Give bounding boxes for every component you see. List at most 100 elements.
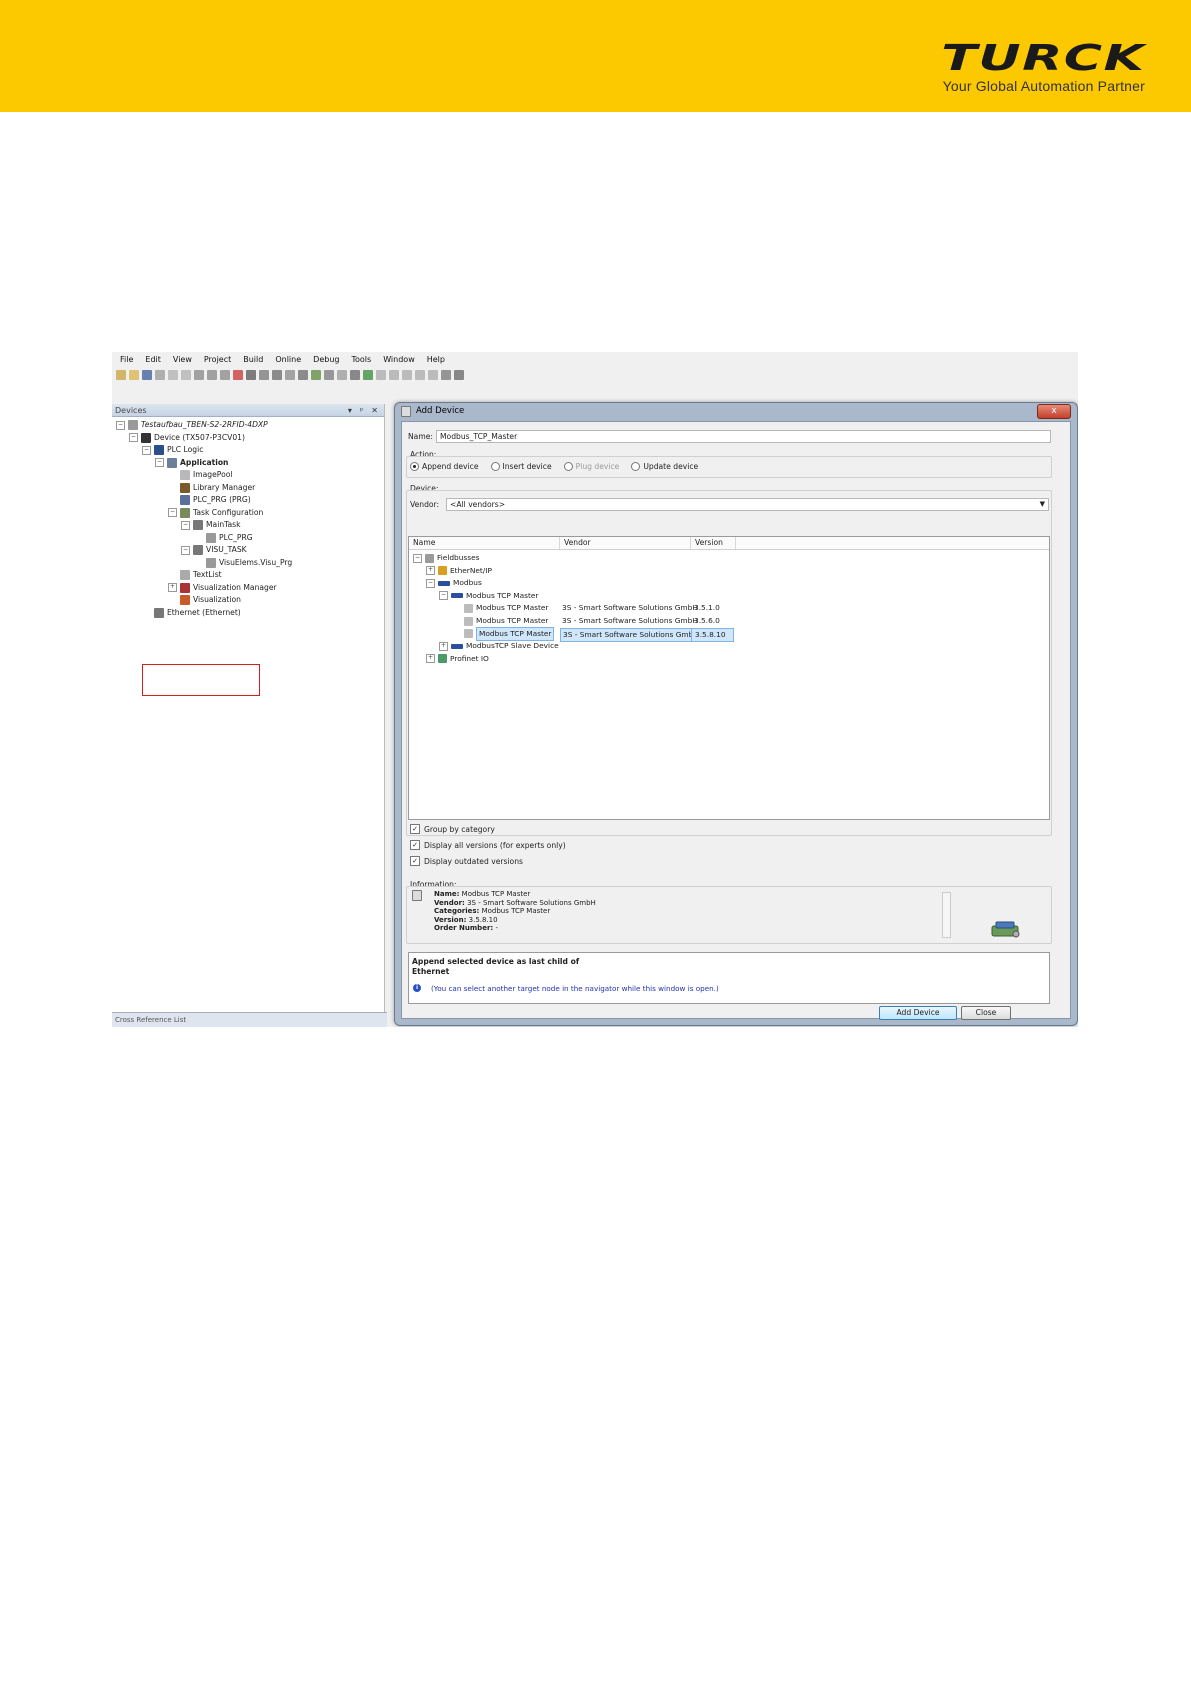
device-list-row[interactable]: − Modbus TCP Master — [439, 590, 538, 602]
tree-item[interactable]: − Task Configuration — [168, 507, 263, 519]
tree-item[interactable]: Visualization — [168, 594, 241, 606]
collapse-icon[interactable]: − — [142, 445, 151, 455]
toolbar-button-icon[interactable] — [428, 370, 438, 380]
toolbar-button-icon[interactable] — [194, 370, 204, 380]
toolbar-button-icon[interactable] — [129, 370, 139, 380]
toolbar-button-icon[interactable] — [272, 370, 282, 380]
action-option[interactable]: Plug device — [563, 462, 619, 471]
toolbar-button-icon[interactable] — [376, 370, 386, 380]
menu-window[interactable]: Window — [377, 352, 421, 366]
option-checkbox[interactable]: ✓ Display all versions (for experts only) — [410, 840, 566, 850]
tree-item[interactable]: − MainTask — [181, 519, 241, 531]
toolbar-button-icon[interactable] — [298, 370, 308, 380]
toolbar-button-icon[interactable] — [116, 370, 126, 380]
action-option[interactable]: Update device — [631, 462, 698, 471]
tree-item[interactable]: PLC_PRG — [194, 532, 253, 544]
collapse-icon[interactable]: − — [116, 420, 125, 430]
panel-dropdown-icon[interactable]: ▾ — [348, 406, 352, 415]
action-option[interactable]: Append device — [410, 462, 479, 471]
collapse-icon[interactable]: − — [181, 545, 190, 555]
menu-project[interactable]: Project — [198, 352, 237, 366]
close-button[interactable]: Close — [961, 1006, 1011, 1020]
collapse-icon[interactable]: − — [181, 520, 190, 530]
device-list-row[interactable]: + Profinet IO — [426, 653, 489, 665]
toolbar-button-icon[interactable] — [285, 370, 295, 380]
tree-item[interactable]: − PLC Logic — [142, 444, 203, 456]
menu-tools[interactable]: Tools — [345, 352, 377, 366]
menu-debug[interactable]: Debug — [307, 352, 345, 366]
panel-pin-icon[interactable]: ᵖ — [360, 406, 363, 415]
cross-reference-tab[interactable]: Cross Reference List — [112, 1012, 387, 1027]
tree-item[interactable]: − Application — [155, 457, 228, 469]
menu-edit[interactable]: Edit — [139, 352, 167, 366]
device-list-row[interactable]: − Fieldbusses — [413, 552, 480, 564]
device-list-row[interactable]: − Modbus — [426, 577, 482, 589]
tree-item[interactable]: + Visualization Manager — [168, 582, 277, 594]
toolbar-button-icon[interactable] — [415, 370, 425, 380]
name-input[interactable]: Modbus_TCP_Master — [436, 430, 1051, 443]
radio-button[interactable] — [631, 462, 641, 471]
toolbar-button-icon[interactable] — [220, 370, 230, 380]
option-checkbox[interactable]: ✓ Display outdated versions — [410, 856, 523, 866]
vendor-select[interactable]: <All vendors> ▼ — [446, 498, 1049, 511]
toolbar-button-icon[interactable] — [142, 370, 152, 380]
collapse-icon[interactable]: − — [439, 591, 448, 601]
expand-icon[interactable]: + — [439, 641, 448, 651]
option-checkbox[interactable]: ✓ Group by category — [410, 824, 495, 834]
panel-close-icon[interactable]: ✕ — [371, 406, 378, 415]
collapse-icon[interactable]: − — [168, 508, 177, 517]
info-scrollbar[interactable] — [942, 892, 951, 938]
tree-item[interactable]: Library Manager — [168, 482, 255, 494]
collapse-icon[interactable]: − — [155, 458, 164, 467]
toolbar-button-icon[interactable] — [441, 370, 451, 380]
checkbox[interactable]: ✓ — [410, 840, 420, 850]
tree-item[interactable]: − Device (TX507-P3CV01) — [129, 432, 245, 444]
menu-build[interactable]: Build — [237, 352, 269, 366]
menu-help[interactable]: Help — [421, 352, 451, 366]
toolbar-button-icon[interactable] — [363, 370, 373, 380]
tree-item[interactable]: TextList — [168, 569, 222, 581]
column-name[interactable]: Name — [409, 537, 560, 549]
toolbar-button-icon[interactable] — [311, 370, 321, 380]
toolbar-button-icon[interactable] — [324, 370, 334, 380]
toolbar-button-icon[interactable] — [259, 370, 269, 380]
collapse-icon[interactable]: − — [426, 578, 435, 588]
tree-item[interactable]: Ethernet (Ethernet) — [142, 607, 241, 619]
checkbox[interactable]: ✓ — [410, 856, 420, 866]
menu-file[interactable]: File — [114, 352, 139, 366]
menu-view[interactable]: View — [167, 352, 198, 366]
column-version[interactable]: Version — [691, 537, 736, 549]
action-option[interactable]: Insert device — [490, 462, 552, 471]
toolbar-button-icon[interactable] — [454, 370, 464, 380]
toolbar-button-icon[interactable] — [389, 370, 399, 380]
add-device-button[interactable]: Add Device — [879, 1006, 957, 1020]
radio-button[interactable] — [563, 462, 573, 471]
tree-item[interactable]: PLC_PRG (PRG) — [168, 494, 251, 506]
expand-icon[interactable]: + — [426, 654, 435, 664]
device-list-row[interactable]: + EtherNet/IP — [426, 565, 492, 577]
radio-button[interactable] — [490, 462, 500, 471]
device-list-row[interactable]: Modbus TCP Master — [452, 626, 555, 641]
toolbar-button-icon[interactable] — [155, 370, 165, 380]
toolbar-button-icon[interactable] — [181, 370, 191, 380]
toolbar-button-icon[interactable] — [402, 370, 412, 380]
menu-online[interactable]: Online — [269, 352, 307, 366]
dialog-close-button[interactable]: x — [1037, 404, 1071, 419]
collapse-icon[interactable]: − — [129, 433, 138, 442]
device-list-row[interactable]: Modbus TCP Master — [452, 615, 548, 627]
expand-icon[interactable]: + — [168, 583, 177, 592]
device-list-row[interactable]: Modbus TCP Master — [452, 602, 548, 614]
expand-icon[interactable]: + — [426, 566, 435, 576]
column-vendor[interactable]: Vendor — [560, 537, 691, 549]
toolbar-button-icon[interactable] — [233, 370, 243, 380]
tree-item[interactable]: ImagePool — [168, 469, 233, 481]
tree-item[interactable]: − Testaufbau_TBEN-S2-2RFID-4DXP — [116, 419, 268, 431]
toolbar-button-icon[interactable] — [246, 370, 256, 380]
radio-button[interactable] — [410, 462, 419, 471]
tree-item[interactable]: − VISU_TASK — [181, 544, 247, 556]
toolbar-button-icon[interactable] — [350, 370, 360, 380]
device-list-row[interactable]: + ModbusTCP Slave Device — [439, 640, 559, 652]
toolbar-button-icon[interactable] — [337, 370, 347, 380]
collapse-icon[interactable]: − — [413, 553, 422, 563]
toolbar-button-icon[interactable] — [207, 370, 217, 380]
